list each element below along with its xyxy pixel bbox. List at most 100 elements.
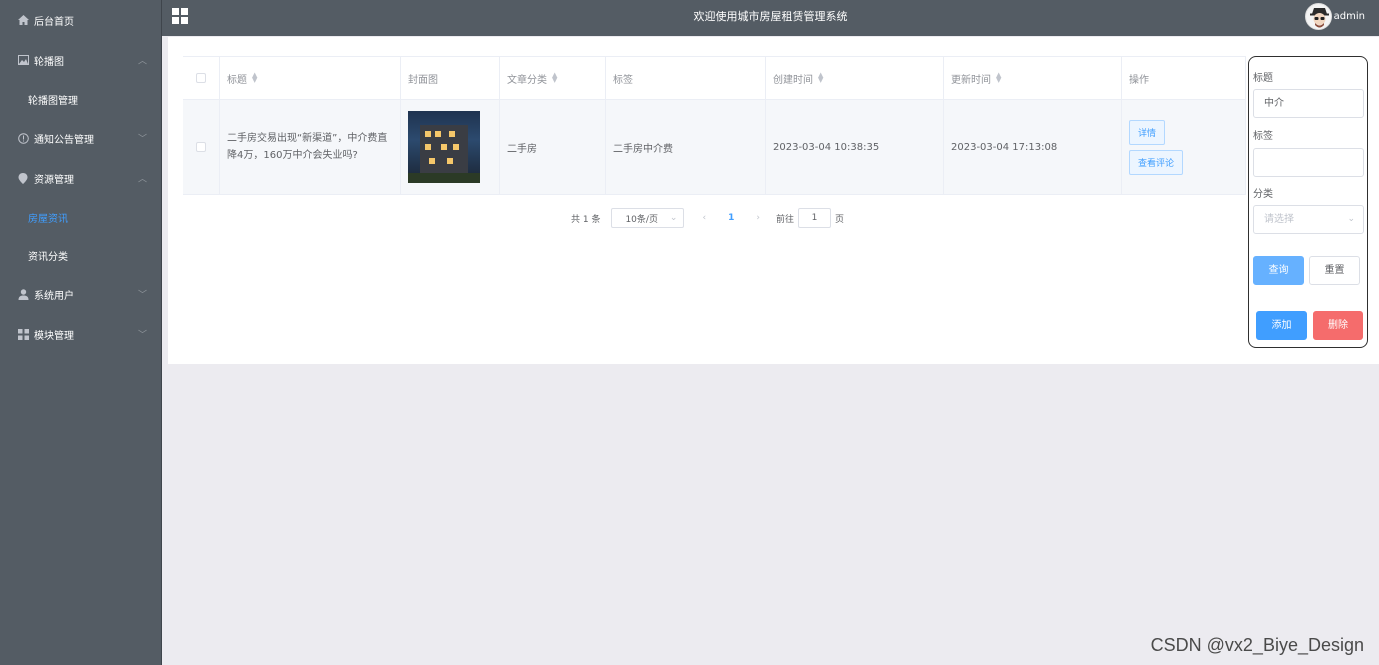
row-select-cell bbox=[183, 100, 220, 195]
page-number-current[interactable]: 1 bbox=[728, 213, 734, 223]
sidebar: 后台首页 轮播图 ︿ 轮播图管理 通知公告管理 ﹀ 资源管理 ︿ 房屋资讯 资讯… bbox=[0, 0, 162, 665]
select-placeholder: 请选择 bbox=[1264, 214, 1294, 225]
sidebar-item-system-user[interactable]: 系统用户 ﹀ bbox=[0, 274, 161, 314]
search-panel: 标题 中介 标签 分类 请选择 ⌄ 查询 重置 添加 删除 bbox=[1248, 56, 1368, 348]
next-page-icon[interactable]: › bbox=[756, 213, 760, 223]
sidebar-item-notice[interactable]: 通知公告管理 ﹀ bbox=[0, 118, 161, 158]
chevron-down-icon: ﹀ bbox=[137, 330, 147, 341]
search-category-label: 分类 bbox=[1253, 189, 1273, 200]
sort-icon[interactable]: ▲ ▼ bbox=[552, 72, 557, 84]
chevron-up-icon: ︿ bbox=[137, 174, 147, 185]
select-all-checkbox[interactable] bbox=[196, 73, 206, 83]
sidebar-item-label: 系统用户 bbox=[34, 290, 74, 302]
column-header-label: 更新时间 bbox=[951, 74, 991, 86]
add-button[interactable]: 添加 bbox=[1256, 311, 1307, 340]
select-all-cell bbox=[183, 57, 220, 100]
row-title: 二手房交易出现“新渠道”，中介费直降4万，160万中介会失业吗? bbox=[227, 133, 388, 161]
column-header-title[interactable]: 标题 ▲ ▼ bbox=[220, 57, 401, 100]
column-header-tag: 标签 bbox=[606, 57, 766, 100]
sort-icon[interactable]: ▲ ▼ bbox=[996, 72, 1001, 84]
view-comments-button[interactable]: 查看评论 bbox=[1129, 149, 1184, 175]
table-row[interactable]: 二手房交易出现“新渠道”，中介费直降4万，160万中介会失业吗? 二手房 二手房… bbox=[183, 100, 1246, 195]
search-title-label: 标题 bbox=[1253, 73, 1273, 84]
sidebar-item-resource[interactable]: 资源管理 ︿ bbox=[0, 158, 161, 198]
avatar[interactable] bbox=[1305, 3, 1332, 30]
prev-page-icon[interactable]: ‹ bbox=[702, 213, 706, 223]
goto-page-input[interactable]: 1 bbox=[797, 208, 831, 228]
reset-button[interactable]: 重置 bbox=[1309, 256, 1360, 285]
page-size-value: 10条/页 bbox=[625, 214, 658, 225]
column-header-actions: 操作 bbox=[1122, 57, 1246, 100]
sidebar-item-label: 后台首页 bbox=[34, 16, 74, 28]
info-icon bbox=[17, 132, 29, 144]
column-header-cover: 封面图 bbox=[401, 57, 500, 100]
detail-button[interactable]: 详情 bbox=[1129, 119, 1166, 145]
cell-created: 2023-03-04 10:38:35 bbox=[766, 100, 944, 195]
row-tag: 二手房中介费 bbox=[613, 143, 673, 155]
sidebar-subitem-label: 房屋资讯 bbox=[28, 213, 68, 225]
watermark: CSDN @vx2_Biye_Design bbox=[1150, 635, 1364, 655]
location-icon bbox=[17, 172, 29, 184]
sidebar-item-label: 模块管理 bbox=[34, 330, 74, 342]
data-table: 标题 ▲▼ 封面图 文章分类 ▲▼ 标签 创建时间 ▲▼ 更新时间 ▲▼ bbox=[183, 56, 1246, 195]
column-header-label: 标题 bbox=[227, 74, 247, 86]
chevron-down-icon: ⌄ bbox=[1347, 214, 1355, 224]
column-header-label: 封面图 bbox=[408, 74, 438, 86]
goto-suffix: 页 bbox=[834, 214, 844, 225]
sidebar-subitem-carousel-manage[interactable]: 轮播图管理 bbox=[0, 80, 161, 118]
search-tag-label: 标签 bbox=[1253, 131, 1273, 142]
pagination-total: 共 1 条 bbox=[571, 214, 601, 225]
sidebar-item-label: 轮播图 bbox=[34, 56, 64, 68]
sidebar-item-home[interactable]: 后台首页 bbox=[0, 0, 161, 40]
sidebar-item-label: 通知公告管理 bbox=[34, 134, 94, 146]
row-updated-time: 2023-03-04 17:13:08 bbox=[951, 141, 1058, 153]
query-button[interactable]: 查询 bbox=[1253, 256, 1304, 285]
cell-tag: 二手房中介费 bbox=[606, 100, 766, 195]
cell-actions: 详情 查看评论 bbox=[1122, 100, 1246, 195]
user-icon bbox=[17, 288, 29, 300]
top-header: 欢迎使用城市房屋租赁管理系统 admin bbox=[162, 0, 1379, 36]
cell-updated: 2023-03-04 17:13:08 bbox=[944, 100, 1122, 195]
chevron-down-icon: ﹀ bbox=[137, 134, 147, 145]
column-header-label: 文章分类 bbox=[507, 74, 547, 86]
column-header-label: 创建时间 bbox=[773, 74, 813, 86]
cover-image[interactable] bbox=[408, 111, 480, 183]
column-header-category[interactable]: 文章分类 ▲ ▼ bbox=[500, 57, 606, 100]
row-created-time: 2023-03-04 10:38:35 bbox=[773, 141, 880, 153]
cell-category: 二手房 bbox=[500, 100, 606, 195]
cell-title: 二手房交易出现“新渠道”，中介费直降4万，160万中介会失业吗? bbox=[220, 100, 401, 195]
home-icon bbox=[17, 14, 29, 26]
chevron-down-icon: ⌄ bbox=[669, 213, 678, 223]
cell-cover bbox=[401, 100, 500, 195]
content-card: 标题 ▲▼ 封面图 文章分类 ▲▼ 标签 创建时间 ▲▼ 更新时间 ▲▼ bbox=[168, 37, 1379, 364]
sidebar-item-label: 资源管理 bbox=[34, 174, 74, 186]
sidebar-item-carousel[interactable]: 轮播图 ︿ bbox=[0, 40, 161, 80]
sort-icon[interactable]: ▲ ▼ bbox=[818, 72, 823, 84]
sidebar-subitem-label: 资讯分类 bbox=[28, 251, 68, 263]
username[interactable]: admin bbox=[1334, 11, 1365, 22]
column-header-updated[interactable]: 更新时间 ▲ ▼ bbox=[944, 57, 1122, 100]
chevron-up-icon: ︿ bbox=[137, 56, 147, 67]
image-icon bbox=[17, 54, 29, 66]
search-title-input[interactable]: 中介 bbox=[1253, 89, 1364, 118]
sidebar-subitem-house-news[interactable]: 房屋资讯 bbox=[0, 198, 161, 236]
pagination: 共 1 条 10条/页 ⌄ ‹ 1 › 前往 1 页 bbox=[571, 208, 844, 228]
row-checkbox[interactable] bbox=[196, 142, 206, 152]
column-header-label: 标签 bbox=[613, 74, 633, 86]
search-category-select[interactable]: 请选择 ⌄ bbox=[1253, 205, 1364, 234]
page-size-select[interactable]: 10条/页 ⌄ bbox=[611, 208, 685, 228]
search-tag-input[interactable] bbox=[1253, 148, 1364, 177]
page-title: 欢迎使用城市房屋租赁管理系统 bbox=[693, 10, 848, 23]
column-header-created[interactable]: 创建时间 ▲ ▼ bbox=[766, 57, 944, 100]
chevron-down-icon: ﹀ bbox=[137, 290, 147, 301]
sidebar-subitem-news-category[interactable]: 资讯分类 bbox=[0, 236, 161, 274]
row-category: 二手房 bbox=[507, 143, 537, 155]
sidebar-item-module[interactable]: 模块管理 ﹀ bbox=[0, 314, 161, 354]
sort-icon[interactable]: ▲ ▼ bbox=[252, 72, 257, 84]
grid-icon bbox=[17, 328, 29, 340]
column-header-label: 操作 bbox=[1129, 74, 1149, 86]
table-header-row: 标题 ▲▼ 封面图 文章分类 ▲▼ 标签 创建时间 ▲▼ 更新时间 ▲▼ bbox=[183, 57, 1246, 100]
goto-prefix: 前往 bbox=[775, 214, 794, 225]
delete-button[interactable]: 删除 bbox=[1313, 311, 1363, 340]
sidebar-subitem-label: 轮播图管理 bbox=[28, 95, 78, 107]
